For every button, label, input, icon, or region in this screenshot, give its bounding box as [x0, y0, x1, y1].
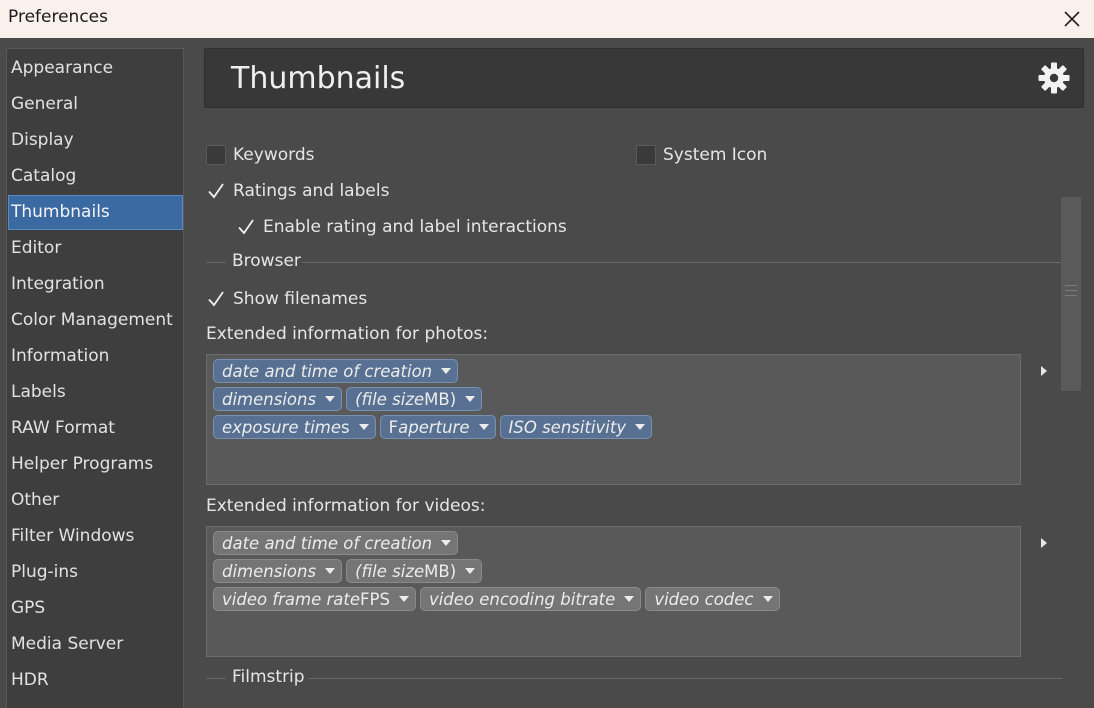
sidebar-item-general[interactable]: General: [8, 87, 183, 122]
sidebar-item-color-management[interactable]: Color Management: [8, 303, 183, 338]
sidebar-item-thumbnails[interactable]: Thumbnails: [8, 195, 183, 230]
token-exposure-time[interactable]: exposure time s: [213, 415, 376, 439]
enable-interactions-option: Enable rating and label interactions: [236, 215, 567, 239]
chevron-down-icon: [465, 568, 476, 574]
checkmark-icon: [208, 183, 224, 199]
sidebar-item-hdr[interactable]: HDR: [8, 663, 183, 698]
token-row: exposure time s Faperture ISO sensitivit…: [213, 415, 653, 439]
sidebar: Appearance General Display Catalog Thumb…: [6, 48, 184, 708]
chevron-down-icon: [325, 568, 336, 574]
browser-section-header: Browser: [204, 251, 1062, 273]
sidebar-item-display[interactable]: Display: [8, 123, 183, 158]
chevron-down-icon: [465, 396, 476, 402]
token-row: video frame rate FPS video encoding bitr…: [213, 587, 780, 611]
token-row: date and time of creation: [213, 359, 459, 383]
filmstrip-section-header: Filmstrip: [204, 667, 1062, 689]
sidebar-item-gps[interactable]: GPS: [8, 591, 183, 626]
sidebar-item-plug-ins[interactable]: Plug-ins: [8, 555, 183, 590]
token-date-time-creation[interactable]: date and time of creation: [213, 531, 459, 555]
chevron-down-icon: [478, 424, 489, 430]
photos-add-field-button[interactable]: [1037, 364, 1051, 378]
token-row: dimensions (file size MB): [213, 387, 483, 411]
page-header: Thumbnails: [204, 48, 1084, 108]
chevron-down-icon: [398, 596, 409, 602]
scroll-grip-icon: [1065, 285, 1077, 300]
checkmark-icon: [208, 291, 224, 307]
token-video-encoding-bitrate[interactable]: video encoding bitrate: [419, 587, 642, 611]
divider: [206, 262, 226, 263]
token-video-frame-rate[interactable]: video frame rate FPS: [213, 587, 416, 611]
photos-info-editor[interactable]: date and time of creation dimensions (fi…: [206, 354, 1021, 485]
chevron-down-icon: [441, 540, 452, 546]
sidebar-item-information[interactable]: Information: [8, 339, 183, 374]
token-file-size[interactable]: (file size MB): [346, 559, 483, 583]
ratings-labels-label: Ratings and labels: [233, 181, 390, 201]
close-button[interactable]: [1056, 3, 1088, 35]
chevron-down-icon: [358, 424, 369, 430]
token-row: date and time of creation: [213, 531, 459, 555]
sidebar-item-media-server[interactable]: Media Server: [8, 627, 183, 662]
token-aperture[interactable]: Faperture: [379, 415, 496, 439]
sidebar-item-appearance[interactable]: Appearance: [8, 51, 183, 86]
system-icon-label: System Icon: [663, 145, 768, 165]
chevron-right-icon: [1041, 538, 1047, 548]
window-title: Preferences: [8, 7, 108, 27]
ratings-labels-option: Ratings and labels: [206, 179, 389, 203]
sidebar-item-filter-windows[interactable]: Filter Windows: [8, 519, 183, 554]
title-bar: Preferences: [0, 0, 1094, 38]
show-filenames-option: Show filenames: [206, 287, 367, 311]
page-title: Thumbnails: [231, 61, 406, 96]
sidebar-item-editor[interactable]: Editor: [8, 231, 183, 266]
token-dimensions[interactable]: dimensions: [213, 387, 343, 411]
show-filenames-label: Show filenames: [233, 289, 368, 309]
token-video-codec[interactable]: video codec: [645, 587, 780, 611]
show-filenames-checkbox[interactable]: [206, 289, 226, 309]
system-icon-option: System Icon: [636, 143, 767, 167]
enable-interactions-checkbox[interactable]: [236, 217, 256, 237]
divider: [206, 678, 226, 679]
keywords-checkbox[interactable]: [206, 145, 226, 165]
system-icon-checkbox[interactable]: [636, 145, 656, 165]
divider: [302, 262, 1062, 263]
chevron-down-icon: [762, 596, 773, 602]
close-icon: [1064, 11, 1080, 27]
browser-section-label: Browser: [232, 251, 301, 271]
photos-info-label: Extended information for photos:: [206, 324, 489, 344]
chevron-down-icon: [441, 368, 452, 374]
sidebar-item-raw-format[interactable]: RAW Format: [8, 411, 183, 446]
sidebar-item-integration[interactable]: Integration: [8, 267, 183, 302]
chevron-down-icon: [624, 596, 635, 602]
keywords-option: Keywords: [206, 143, 314, 167]
token-date-time-creation[interactable]: date and time of creation: [213, 359, 459, 383]
keywords-label: Keywords: [233, 145, 315, 165]
chevron-down-icon: [635, 424, 646, 430]
sidebar-item-catalog[interactable]: Catalog: [8, 159, 183, 194]
sidebar-item-labels[interactable]: Labels: [8, 375, 183, 410]
videos-info-label: Extended information for videos:: [206, 496, 486, 516]
sidebar-item-helper-programs[interactable]: Helper Programs: [8, 447, 183, 482]
scrollbar[interactable]: [1061, 197, 1081, 391]
divider: [308, 678, 1062, 679]
chevron-right-icon: [1041, 366, 1047, 376]
token-iso-sensitivity[interactable]: ISO sensitivity: [499, 415, 653, 439]
token-file-size[interactable]: (file size MB): [346, 387, 483, 411]
checkmark-icon: [238, 219, 254, 235]
videos-info-editor[interactable]: date and time of creation dimensions (fi…: [206, 526, 1021, 657]
token-row: dimensions (file size MB): [213, 559, 483, 583]
filmstrip-section-label: Filmstrip: [232, 667, 305, 687]
gear-icon[interactable]: [1037, 61, 1071, 95]
videos-add-field-button[interactable]: [1037, 536, 1051, 550]
sidebar-item-other[interactable]: Other: [8, 483, 183, 518]
enable-interactions-label: Enable rating and label interactions: [263, 217, 567, 237]
token-dimensions[interactable]: dimensions: [213, 559, 343, 583]
ratings-labels-checkbox[interactable]: [206, 181, 226, 201]
chevron-down-icon: [325, 396, 336, 402]
